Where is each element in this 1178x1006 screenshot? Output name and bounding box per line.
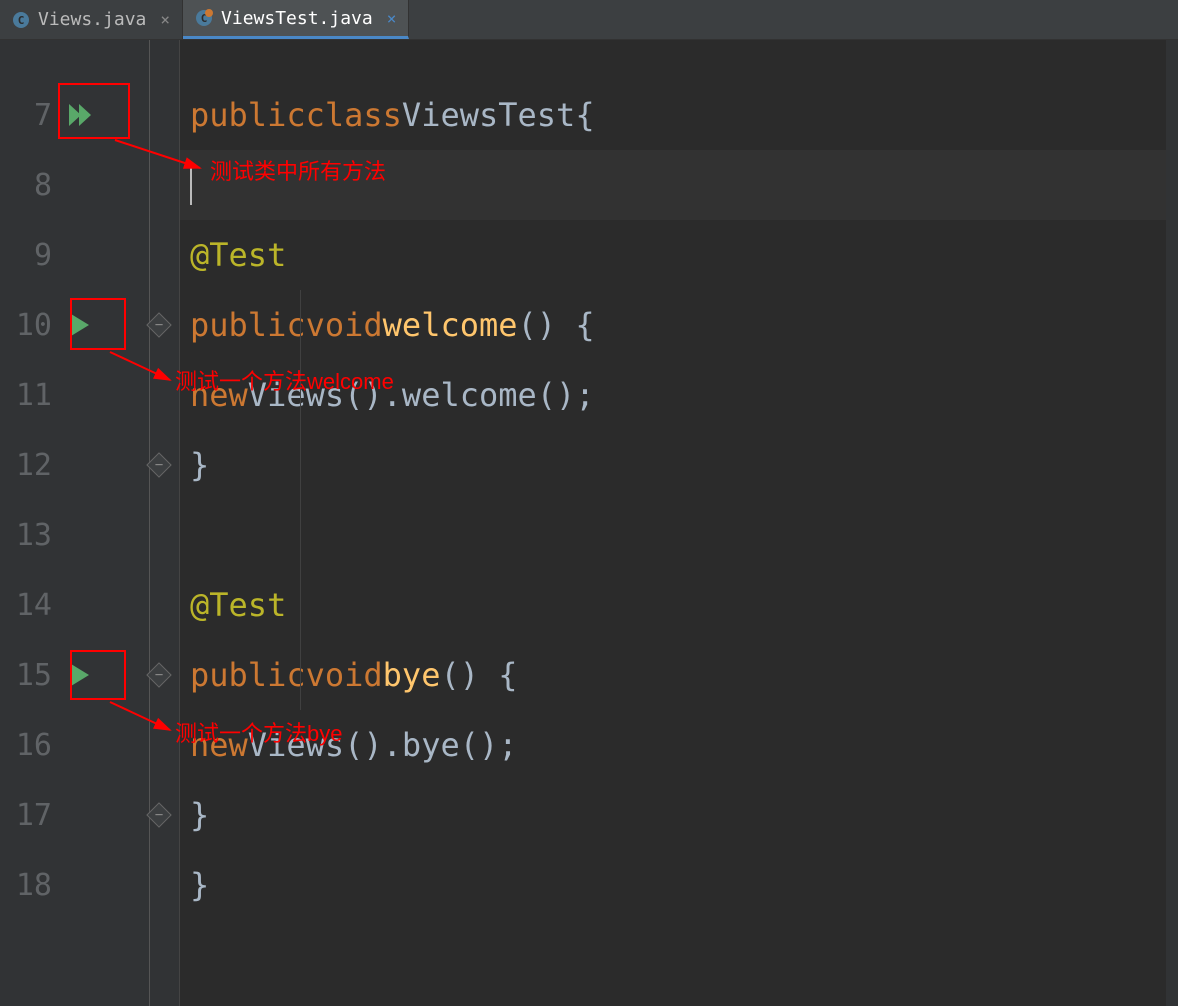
tab-label: ViewsTest.java <box>221 8 373 29</box>
run-test-icon[interactable] <box>60 660 100 690</box>
line-number: 12 <box>0 448 60 483</box>
fold-gutter: − − − − <box>150 40 180 1006</box>
editor-tabs: C Views.java × C ViewsTest.java × <box>0 0 1178 40</box>
current-line <box>180 150 1178 220</box>
line-number: 7 <box>0 98 60 133</box>
java-test-class-icon: C <box>195 9 213 27</box>
tab-label: Views.java <box>38 9 146 30</box>
indent-guide <box>300 290 301 710</box>
run-test-icon[interactable] <box>60 310 100 340</box>
line-number: 17 <box>0 798 60 833</box>
line-number: 10 <box>0 308 60 343</box>
close-icon[interactable]: × <box>381 9 397 28</box>
close-icon[interactable]: × <box>154 10 170 29</box>
tab-views-java[interactable]: C Views.java × <box>0 0 183 39</box>
java-class-icon: C <box>12 11 30 29</box>
line-number: 13 <box>0 518 60 553</box>
svg-text:C: C <box>18 14 25 27</box>
fold-end-icon[interactable]: − <box>146 802 171 827</box>
run-all-tests-icon[interactable] <box>60 100 100 130</box>
code-area[interactable]: public class ViewsTest { @Test public vo… <box>180 40 1178 1006</box>
fold-collapse-icon[interactable]: − <box>146 312 171 337</box>
fold-collapse-icon[interactable]: − <box>146 662 171 687</box>
tab-viewstest-java[interactable]: C ViewsTest.java × <box>183 0 409 39</box>
scrollbar[interactable] <box>1166 40 1178 1006</box>
caret <box>190 165 192 205</box>
line-number: 16 <box>0 728 60 763</box>
line-number: 18 <box>0 868 60 903</box>
line-number: 9 <box>0 238 60 273</box>
line-number: 11 <box>0 378 60 413</box>
line-number: 14 <box>0 588 60 623</box>
fold-end-icon[interactable]: − <box>146 452 171 477</box>
line-number: 8 <box>0 168 60 203</box>
gutter: 7 8 9 10 11 12 13 14 15 16 17 18 <box>0 40 150 1006</box>
editor-area: 7 8 9 10 11 12 13 14 15 16 17 18 <box>0 40 1178 1006</box>
line-number: 15 <box>0 658 60 693</box>
